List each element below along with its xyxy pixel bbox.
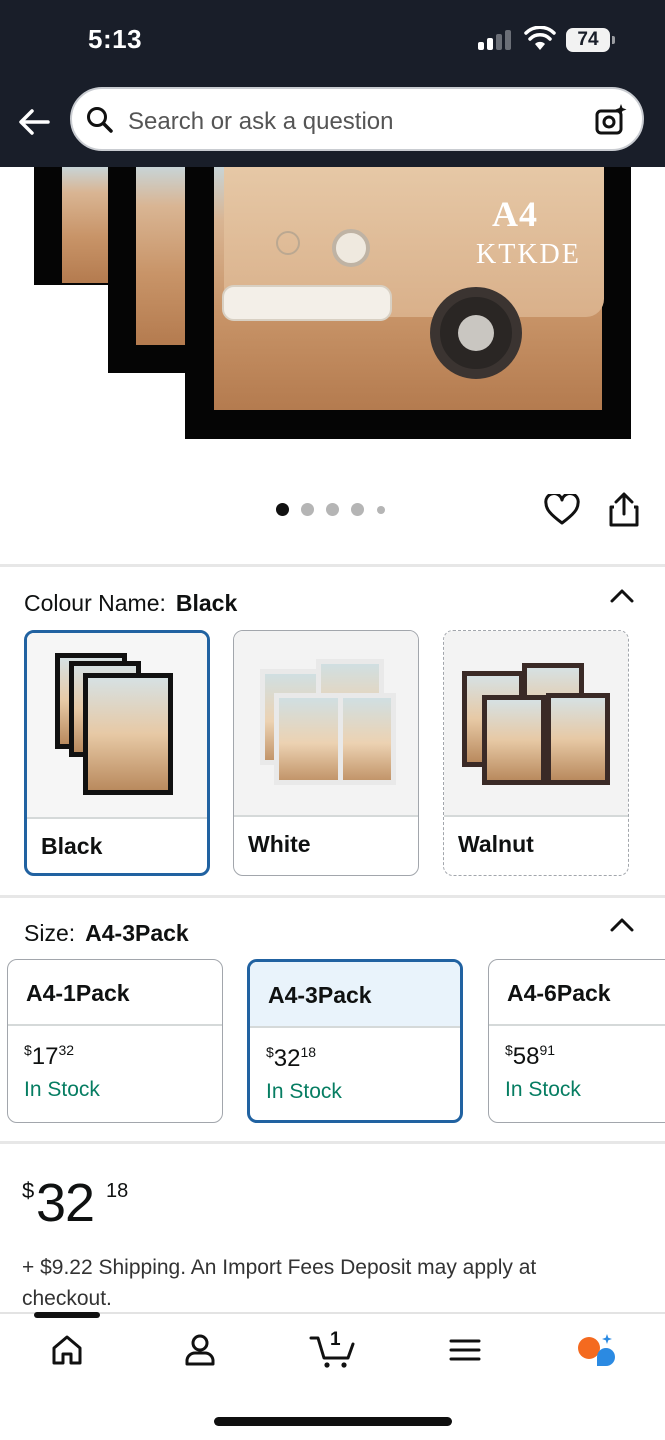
price-currency: $ xyxy=(22,1178,35,1203)
price-whole: 58 xyxy=(512,1043,540,1070)
frame-thumb xyxy=(338,693,396,785)
colour-selected-value: Black xyxy=(175,590,238,616)
account-icon[interactable] xyxy=(180,1330,220,1370)
cart-count-badge: 1 xyxy=(330,1329,341,1350)
van-wheel xyxy=(430,287,522,379)
search-bar[interactable]: Search or ask a question xyxy=(70,87,644,151)
colour-thumbnail-walnut xyxy=(444,631,628,815)
wishlist-heart-icon[interactable] xyxy=(544,494,580,526)
wifi-icon xyxy=(524,26,556,50)
colour-label-text: Colour Name: xyxy=(24,590,166,616)
product-image-carousel[interactable]: A4 KTKDE xyxy=(0,167,665,467)
status-time: 5:13 xyxy=(88,24,143,54)
price-currency: $ xyxy=(24,1042,32,1058)
cellular-signal-icon xyxy=(478,30,514,50)
price-fraction: 18 xyxy=(300,1044,317,1060)
size-label: Size: A4-3Pack xyxy=(24,920,189,947)
carousel-dot-2[interactable] xyxy=(301,503,314,516)
frame-thumb xyxy=(482,695,546,785)
active-tab-indicator xyxy=(34,1312,100,1318)
size-option-title: A4-6Pack xyxy=(507,980,611,1006)
stock-status: In Stock xyxy=(266,1080,342,1103)
share-icon[interactable] xyxy=(608,492,640,528)
frame-middle-photo xyxy=(136,167,188,345)
stock-status: In Stock xyxy=(505,1078,581,1101)
rufus-assistant-icon[interactable] xyxy=(575,1330,615,1370)
colour-option-walnut[interactable]: Walnut xyxy=(443,630,629,876)
section-divider xyxy=(0,1141,665,1144)
chevron-up-icon[interactable] xyxy=(609,915,635,933)
size-option-a4-1pack[interactable]: A4-1Pack $1732 In Stock xyxy=(7,959,223,1123)
frame-back-photo xyxy=(62,167,108,283)
home-indicator-bar xyxy=(214,1417,452,1426)
colour-thumbnail-white xyxy=(234,631,418,815)
size-option-header: A4-6Pack xyxy=(489,960,665,1024)
price-whole: 32 xyxy=(36,1173,95,1233)
frame-thumb xyxy=(274,693,344,785)
colour-option-label: Black xyxy=(41,833,103,859)
price-whole: 17 xyxy=(31,1043,59,1070)
section-divider xyxy=(0,895,665,898)
size-card-divider xyxy=(8,1024,222,1026)
colour-option-label: Walnut xyxy=(458,831,534,857)
size-option-a4-6pack[interactable]: A4-6Pack $5891 In Stock xyxy=(488,959,665,1123)
size-option-header: A4-3Pack xyxy=(250,962,460,1026)
van-bumper xyxy=(222,285,392,321)
price-fraction: 91 xyxy=(539,1042,556,1058)
search-icon xyxy=(87,107,113,133)
size-option-header: A4-1Pack xyxy=(8,960,222,1024)
colour-option-white[interactable]: White xyxy=(233,630,419,876)
size-option-price: $1732 xyxy=(24,1042,74,1071)
carousel-dot-5[interactable] xyxy=(377,506,385,514)
carousel-dot-4[interactable] xyxy=(351,503,364,516)
colour-label: Colour Name: Black xyxy=(24,590,237,617)
price-whole: 32 xyxy=(273,1045,301,1072)
photo-overlay-brand: KTKDE xyxy=(476,239,581,270)
price-currency: $ xyxy=(266,1044,274,1060)
size-card-divider xyxy=(489,1024,665,1026)
home-icon[interactable] xyxy=(47,1330,87,1370)
swatch-divider xyxy=(444,815,628,817)
frame-thumb xyxy=(83,673,173,795)
price-fraction: 32 xyxy=(58,1042,75,1058)
shipping-info: + $9.22 Shipping. An Import Fees Deposit… xyxy=(22,1256,537,1310)
size-label-text: Size: xyxy=(24,920,76,946)
colour-option-label: White xyxy=(248,831,311,857)
frame-thumb xyxy=(546,693,610,785)
price-currency: $ xyxy=(505,1042,513,1058)
section-divider xyxy=(0,564,665,567)
colour-thumbnail-black xyxy=(27,633,207,817)
photo-overlay-size: A4 xyxy=(492,194,538,234)
carousel-dot-3[interactable] xyxy=(326,503,339,516)
size-option-price: $5891 xyxy=(505,1042,555,1071)
menu-icon[interactable] xyxy=(445,1330,485,1370)
search-input[interactable]: Search or ask a question xyxy=(128,108,394,136)
carousel-dot-1[interactable] xyxy=(276,503,289,516)
van-headlamp xyxy=(332,229,370,267)
stock-status: In Stock xyxy=(24,1078,100,1101)
van-badge xyxy=(276,231,300,255)
size-option-a4-3pack[interactable]: A4-3Pack $3218 In Stock xyxy=(247,959,463,1123)
size-card-divider xyxy=(250,1026,460,1028)
price-fraction: 18 xyxy=(106,1180,129,1202)
swatch-divider xyxy=(27,817,207,819)
colour-option-black[interactable]: Black xyxy=(24,630,210,876)
back-arrow-icon[interactable] xyxy=(14,102,54,142)
app-header: 5:13 74 Search or ask a question xyxy=(0,0,665,167)
camera-search-icon[interactable] xyxy=(594,103,628,137)
chevron-up-icon[interactable] xyxy=(609,586,635,604)
swatch-divider xyxy=(234,815,418,817)
size-option-price: $3218 xyxy=(266,1044,316,1073)
size-selected-value: A4-3Pack xyxy=(85,920,189,946)
size-option-title: A4-3Pack xyxy=(268,982,372,1008)
battery-indicator: 74 xyxy=(566,28,615,52)
size-option-title: A4-1Pack xyxy=(26,980,130,1006)
